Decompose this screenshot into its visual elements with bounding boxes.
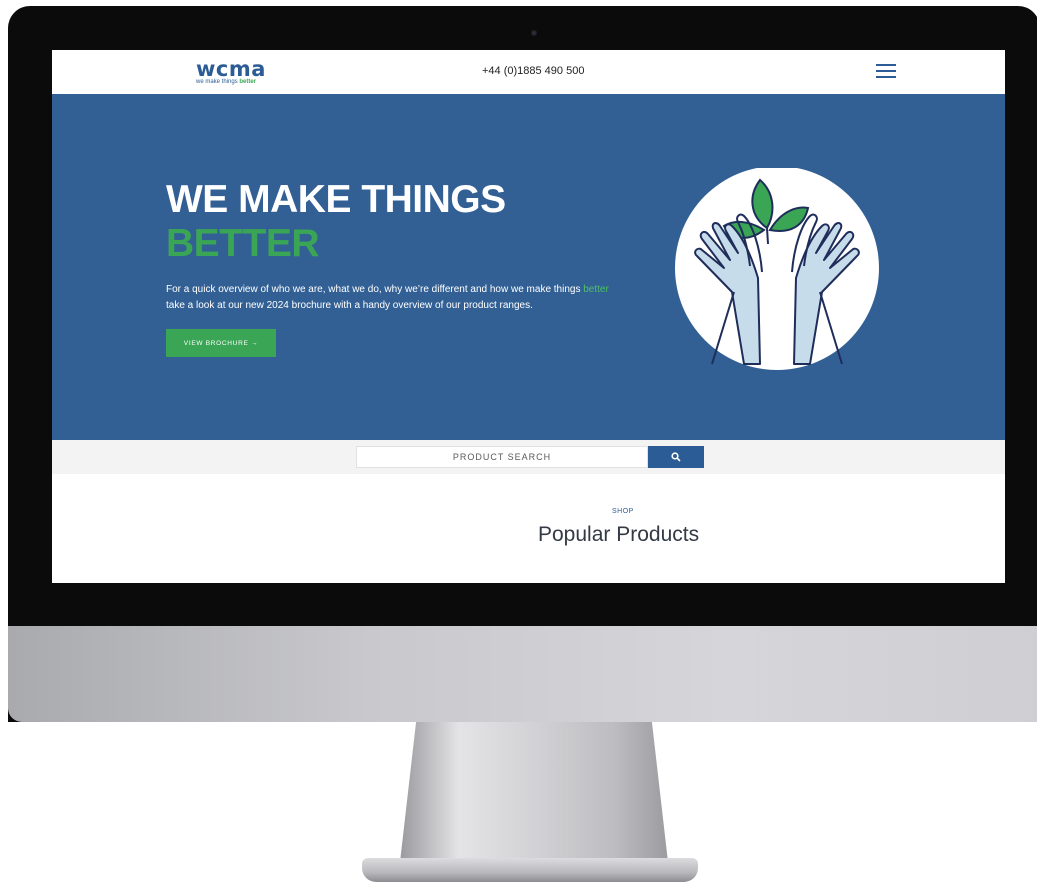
logo-tagline-accent: better <box>239 79 257 85</box>
hands-holding-leaf-icon <box>675 168 879 370</box>
search-button[interactable] <box>648 446 704 468</box>
hero-title-line1: WE MAKE THINGS <box>166 178 506 221</box>
product-search-input[interactable] <box>356 446 648 468</box>
shop-label: SHOP <box>612 508 634 515</box>
logo-tagline-prefix: we make things <box>196 79 238 85</box>
monitor-stand-neck <box>400 722 668 862</box>
product-search-bar <box>52 440 1005 474</box>
site-header: wcma we make things better +44 (0)1885 4… <box>52 50 1005 95</box>
website-screen: wcma we make things better +44 (0)1885 4… <box>52 50 1005 583</box>
search-icon <box>671 452 681 462</box>
view-brochure-button[interactable]: VIEW BROCHURE → <box>166 329 276 357</box>
popular-products-section: SHOP Popular Products <box>52 474 1005 583</box>
camera-icon <box>531 30 537 36</box>
monitor-chin <box>8 626 1037 722</box>
monitor-stand-base <box>362 858 698 882</box>
hero-text-accent: better <box>583 284 609 295</box>
logo-wordmark: wcma <box>196 57 266 81</box>
hero-description: For a quick overview of who we are, what… <box>166 282 656 314</box>
hero-text-part1: For a quick overview of who we are, what… <box>166 284 584 295</box>
hamburger-menu-icon[interactable] <box>876 64 896 80</box>
hero-section: WE MAKE THINGS BETTER For a quick overvi… <box>52 94 1005 440</box>
logo[interactable]: wcma we make things better <box>196 59 276 87</box>
hero-text-part2: take a look at our new 2024 brochure wit… <box>166 300 533 311</box>
hero-title: WE MAKE THINGS BETTER <box>166 178 506 266</box>
phone-link[interactable]: +44 (0)1885 490 500 <box>482 65 584 77</box>
hero-title-line2: BETTER <box>166 222 319 265</box>
section-title: Popular Products <box>538 523 700 546</box>
